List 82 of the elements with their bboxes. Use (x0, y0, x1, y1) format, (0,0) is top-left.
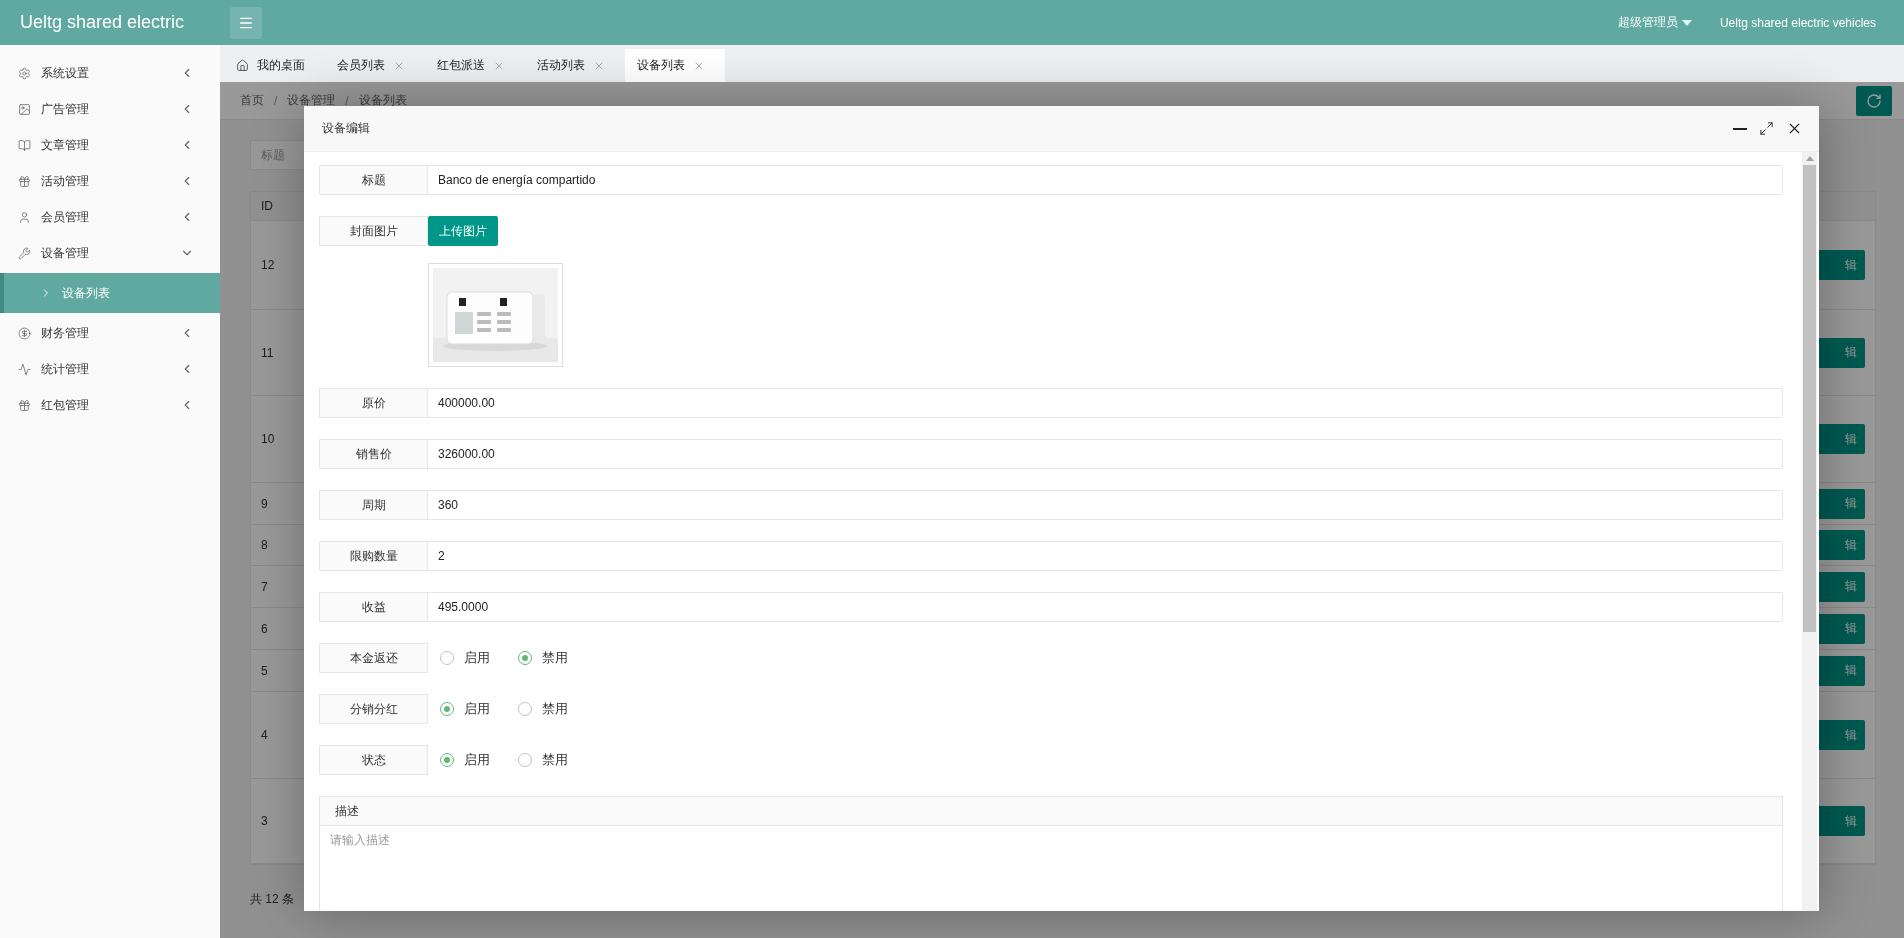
sidebar-item[interactable]: 统计管理 (0, 351, 220, 387)
menu-button[interactable] (230, 6, 262, 39)
sidebar-label: 财务管理 (41, 324, 90, 342)
sidebar-item[interactable]: 广告管理 (0, 91, 220, 127)
refresh-icon (1866, 92, 1882, 109)
field-label: 限购数量 (319, 541, 428, 571)
field-label: 周期 (319, 490, 428, 520)
gift-icon (18, 398, 31, 412)
sidebar-label: 活动管理 (41, 172, 90, 190)
tab[interactable]: 活动列表 (525, 49, 625, 82)
wrench-icon (18, 246, 31, 260)
breadcrumb-separator: / (345, 93, 349, 108)
field-label: 状态 (319, 745, 428, 775)
field-label: 分销分红 (319, 694, 428, 724)
sidebar-label: 文章管理 (41, 136, 90, 154)
tab-label: 活动列表 (537, 57, 585, 74)
field-label: 标题 (319, 165, 428, 195)
scrollbar[interactable] (1802, 152, 1817, 911)
breadcrumb-link[interactable]: 设备管理 (287, 92, 336, 109)
sidebar-item[interactable]: 文章管理 (0, 127, 220, 163)
maximize-button[interactable] (1759, 121, 1774, 136)
input-field[interactable]: Banco de energía compartido (428, 165, 1783, 195)
input-field[interactable]: 360 (428, 490, 1783, 520)
field-label: 销售价 (319, 439, 428, 469)
sidebar-label: 会员管理 (41, 208, 90, 226)
field-label: 封面图片 (319, 216, 428, 246)
breadcrumb-separator: / (274, 93, 278, 108)
sidebar-label: 系统设置 (41, 64, 90, 82)
tab[interactable]: 设备列表 (625, 49, 725, 82)
field-label: 描述 (319, 796, 1783, 826)
description-field[interactable]: 请输入描述 (319, 826, 1783, 911)
tab[interactable]: 会员列表 (325, 49, 425, 82)
sidebar-label: 设备列表 (62, 284, 111, 302)
sidebar-label: 设备管理 (41, 244, 90, 262)
refresh-button[interactable] (1856, 85, 1892, 116)
book-icon (18, 138, 31, 152)
breadcrumb-link[interactable]: 首页 (240, 92, 264, 109)
sidebar-label: 广告管理 (41, 100, 90, 118)
brand-title: Ueltg shared electric (19, 12, 186, 33)
minimize-icon (1733, 127, 1747, 130)
tab-label: 我的桌面 (257, 57, 305, 74)
sidebar-item[interactable]: 设备管理 (0, 235, 220, 271)
field-label: 本金返还 (319, 643, 428, 673)
pulse-icon (18, 362, 31, 376)
upload-button[interactable]: 上传图片 (428, 216, 498, 246)
input-field[interactable]: 2 (428, 541, 1783, 571)
input-field[interactable]: 400000.00 (428, 388, 1783, 418)
radio-label: 禁用 (542, 649, 568, 667)
input-field[interactable]: 495.0000 (428, 592, 1783, 622)
gear-icon (18, 66, 31, 80)
user-icon (18, 210, 31, 224)
scroll-up-icon[interactable] (1805, 156, 1814, 161)
tab[interactable]: 红包派送 (425, 49, 525, 82)
field-label: 原价 (319, 388, 428, 418)
image-icon (18, 102, 31, 116)
minimize-button[interactable] (1733, 127, 1747, 130)
radio-label: 禁用 (542, 700, 568, 718)
sidebar-item[interactable]: 红包管理 (0, 387, 220, 423)
tab[interactable]: 我的桌面 (224, 49, 325, 82)
radio-label: 启用 (464, 700, 490, 718)
sidebar-item[interactable]: 系统设置 (0, 55, 220, 91)
radio-label: 启用 (464, 751, 490, 769)
caret-icon (1681, 19, 1692, 26)
tab-label: 会员列表 (337, 57, 385, 74)
total-count: 共 12 条 (250, 891, 295, 908)
tab-label: 红包派送 (437, 57, 485, 74)
breadcrumb-link[interactable]: 设备列表 (358, 92, 407, 109)
home-icon (236, 59, 249, 72)
dollar-icon (18, 326, 31, 340)
input-field[interactable]: 326000.00 (428, 439, 1783, 469)
sidebar-item[interactable]: 活动管理 (0, 163, 220, 199)
radio-label: 禁用 (542, 751, 568, 769)
field-label: 收益 (319, 592, 428, 622)
sidebar-item[interactable]: 财务管理 (0, 315, 220, 351)
dialog-title: 设备编辑 (322, 120, 371, 137)
radio-label: 启用 (464, 649, 490, 667)
sidebar-label: 统计管理 (41, 360, 90, 378)
sidebar-item[interactable]: 会员管理 (0, 199, 220, 235)
tab-label: 设备列表 (637, 57, 685, 74)
sidebar-label: 红包管理 (41, 396, 90, 414)
maximize-icon (1759, 121, 1774, 136)
gift-icon (18, 174, 31, 188)
